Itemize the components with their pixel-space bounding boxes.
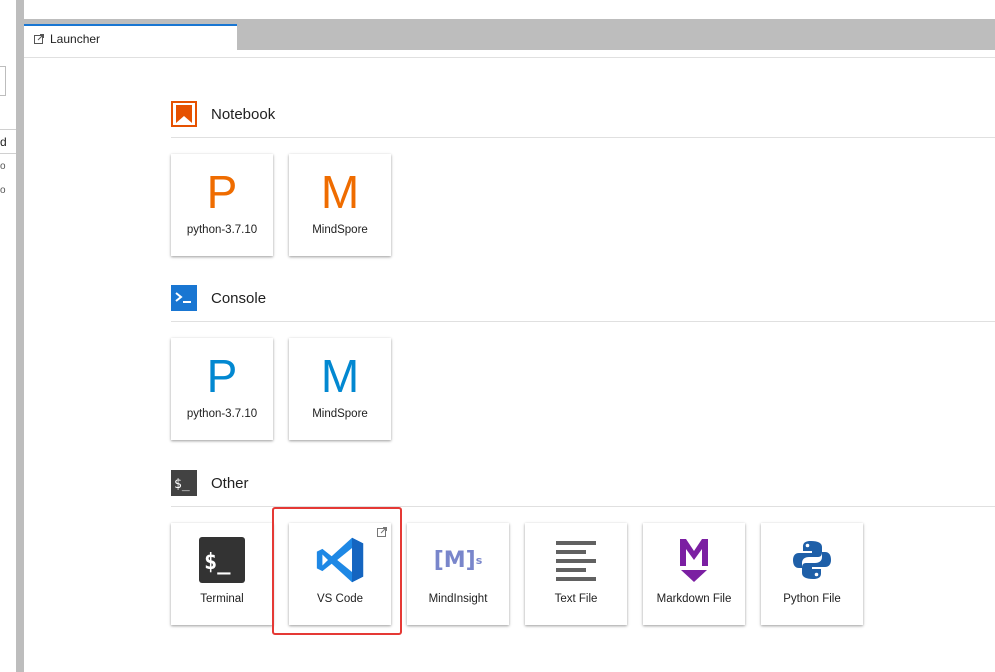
section-divider xyxy=(171,321,995,322)
console-mindspore-card[interactable]: M MindSpore xyxy=(289,338,391,440)
sidebar-file-item[interactable]: o xyxy=(0,185,6,196)
mindinsight-icon: [M] s xyxy=(433,535,483,585)
other-section-header: $_ Other xyxy=(171,470,249,496)
tab-label: Launcher xyxy=(50,31,101,46)
section-divider xyxy=(171,137,995,138)
card-label: Markdown File xyxy=(656,593,732,605)
section-title: Notebook xyxy=(211,105,276,123)
kernel-letter-icon: P xyxy=(206,166,238,218)
sidebar-divider xyxy=(0,129,16,130)
mindinsight-logo-sup: s xyxy=(475,553,483,567)
launcher-icon xyxy=(34,33,44,44)
section-title: Other xyxy=(211,474,249,492)
tab-launcher[interactable]: Launcher xyxy=(24,24,237,51)
notebook-section-header: Notebook xyxy=(171,101,275,127)
section-title: Console xyxy=(211,289,267,307)
vscode-highlight-box xyxy=(272,507,402,635)
sidebar-divider xyxy=(0,153,16,154)
svg-text:$_: $_ xyxy=(204,550,231,575)
terminal-card[interactable]: $_ Terminal xyxy=(171,523,273,625)
sidebar-column-header[interactable]: d xyxy=(0,135,7,149)
markdown-icon xyxy=(669,535,719,585)
text-file-icon xyxy=(551,535,601,585)
python-icon xyxy=(787,535,837,585)
card-label: MindSpore xyxy=(312,408,368,420)
kernel-letter-icon: P xyxy=(206,350,238,402)
mindinsight-card[interactable]: [M] s MindInsight xyxy=(407,523,509,625)
python-file-card[interactable]: Python File xyxy=(761,523,863,625)
console-section-header: Console xyxy=(171,285,266,311)
tab-content-border xyxy=(24,57,995,58)
panel-splitter[interactable] xyxy=(16,0,24,672)
card-label: MindInsight xyxy=(428,593,488,605)
card-label: python-3.7.10 xyxy=(186,408,258,420)
card-label: MindSpore xyxy=(312,224,368,236)
sidebar-file-item[interactable]: o xyxy=(0,161,6,172)
card-label: python-3.7.10 xyxy=(186,224,258,236)
kernel-letter-icon: M xyxy=(320,350,360,402)
card-label: Text File xyxy=(554,593,598,605)
notebook-mindspore-card[interactable]: M MindSpore xyxy=(289,154,391,256)
console-python-card[interactable]: P python-3.7.10 xyxy=(171,338,273,440)
svg-text:$_: $_ xyxy=(174,477,190,492)
kernel-letter-icon: M xyxy=(320,166,360,218)
card-label: Python File xyxy=(783,593,841,605)
mindinsight-logo-text: [M] xyxy=(433,547,476,573)
notebook-icon xyxy=(171,101,197,127)
terminal-prompt-icon: $_ xyxy=(171,470,197,496)
notebook-python-card[interactable]: P python-3.7.10 xyxy=(171,154,273,256)
markdown-file-card[interactable]: Markdown File xyxy=(643,523,745,625)
left-sidebar: d o o xyxy=(0,0,16,672)
text-file-card[interactable]: Text File xyxy=(525,523,627,625)
console-icon xyxy=(171,285,197,311)
sidebar-filter-input[interactable] xyxy=(0,66,6,96)
card-label: Terminal xyxy=(200,593,244,605)
terminal-icon: $_ xyxy=(197,535,247,585)
